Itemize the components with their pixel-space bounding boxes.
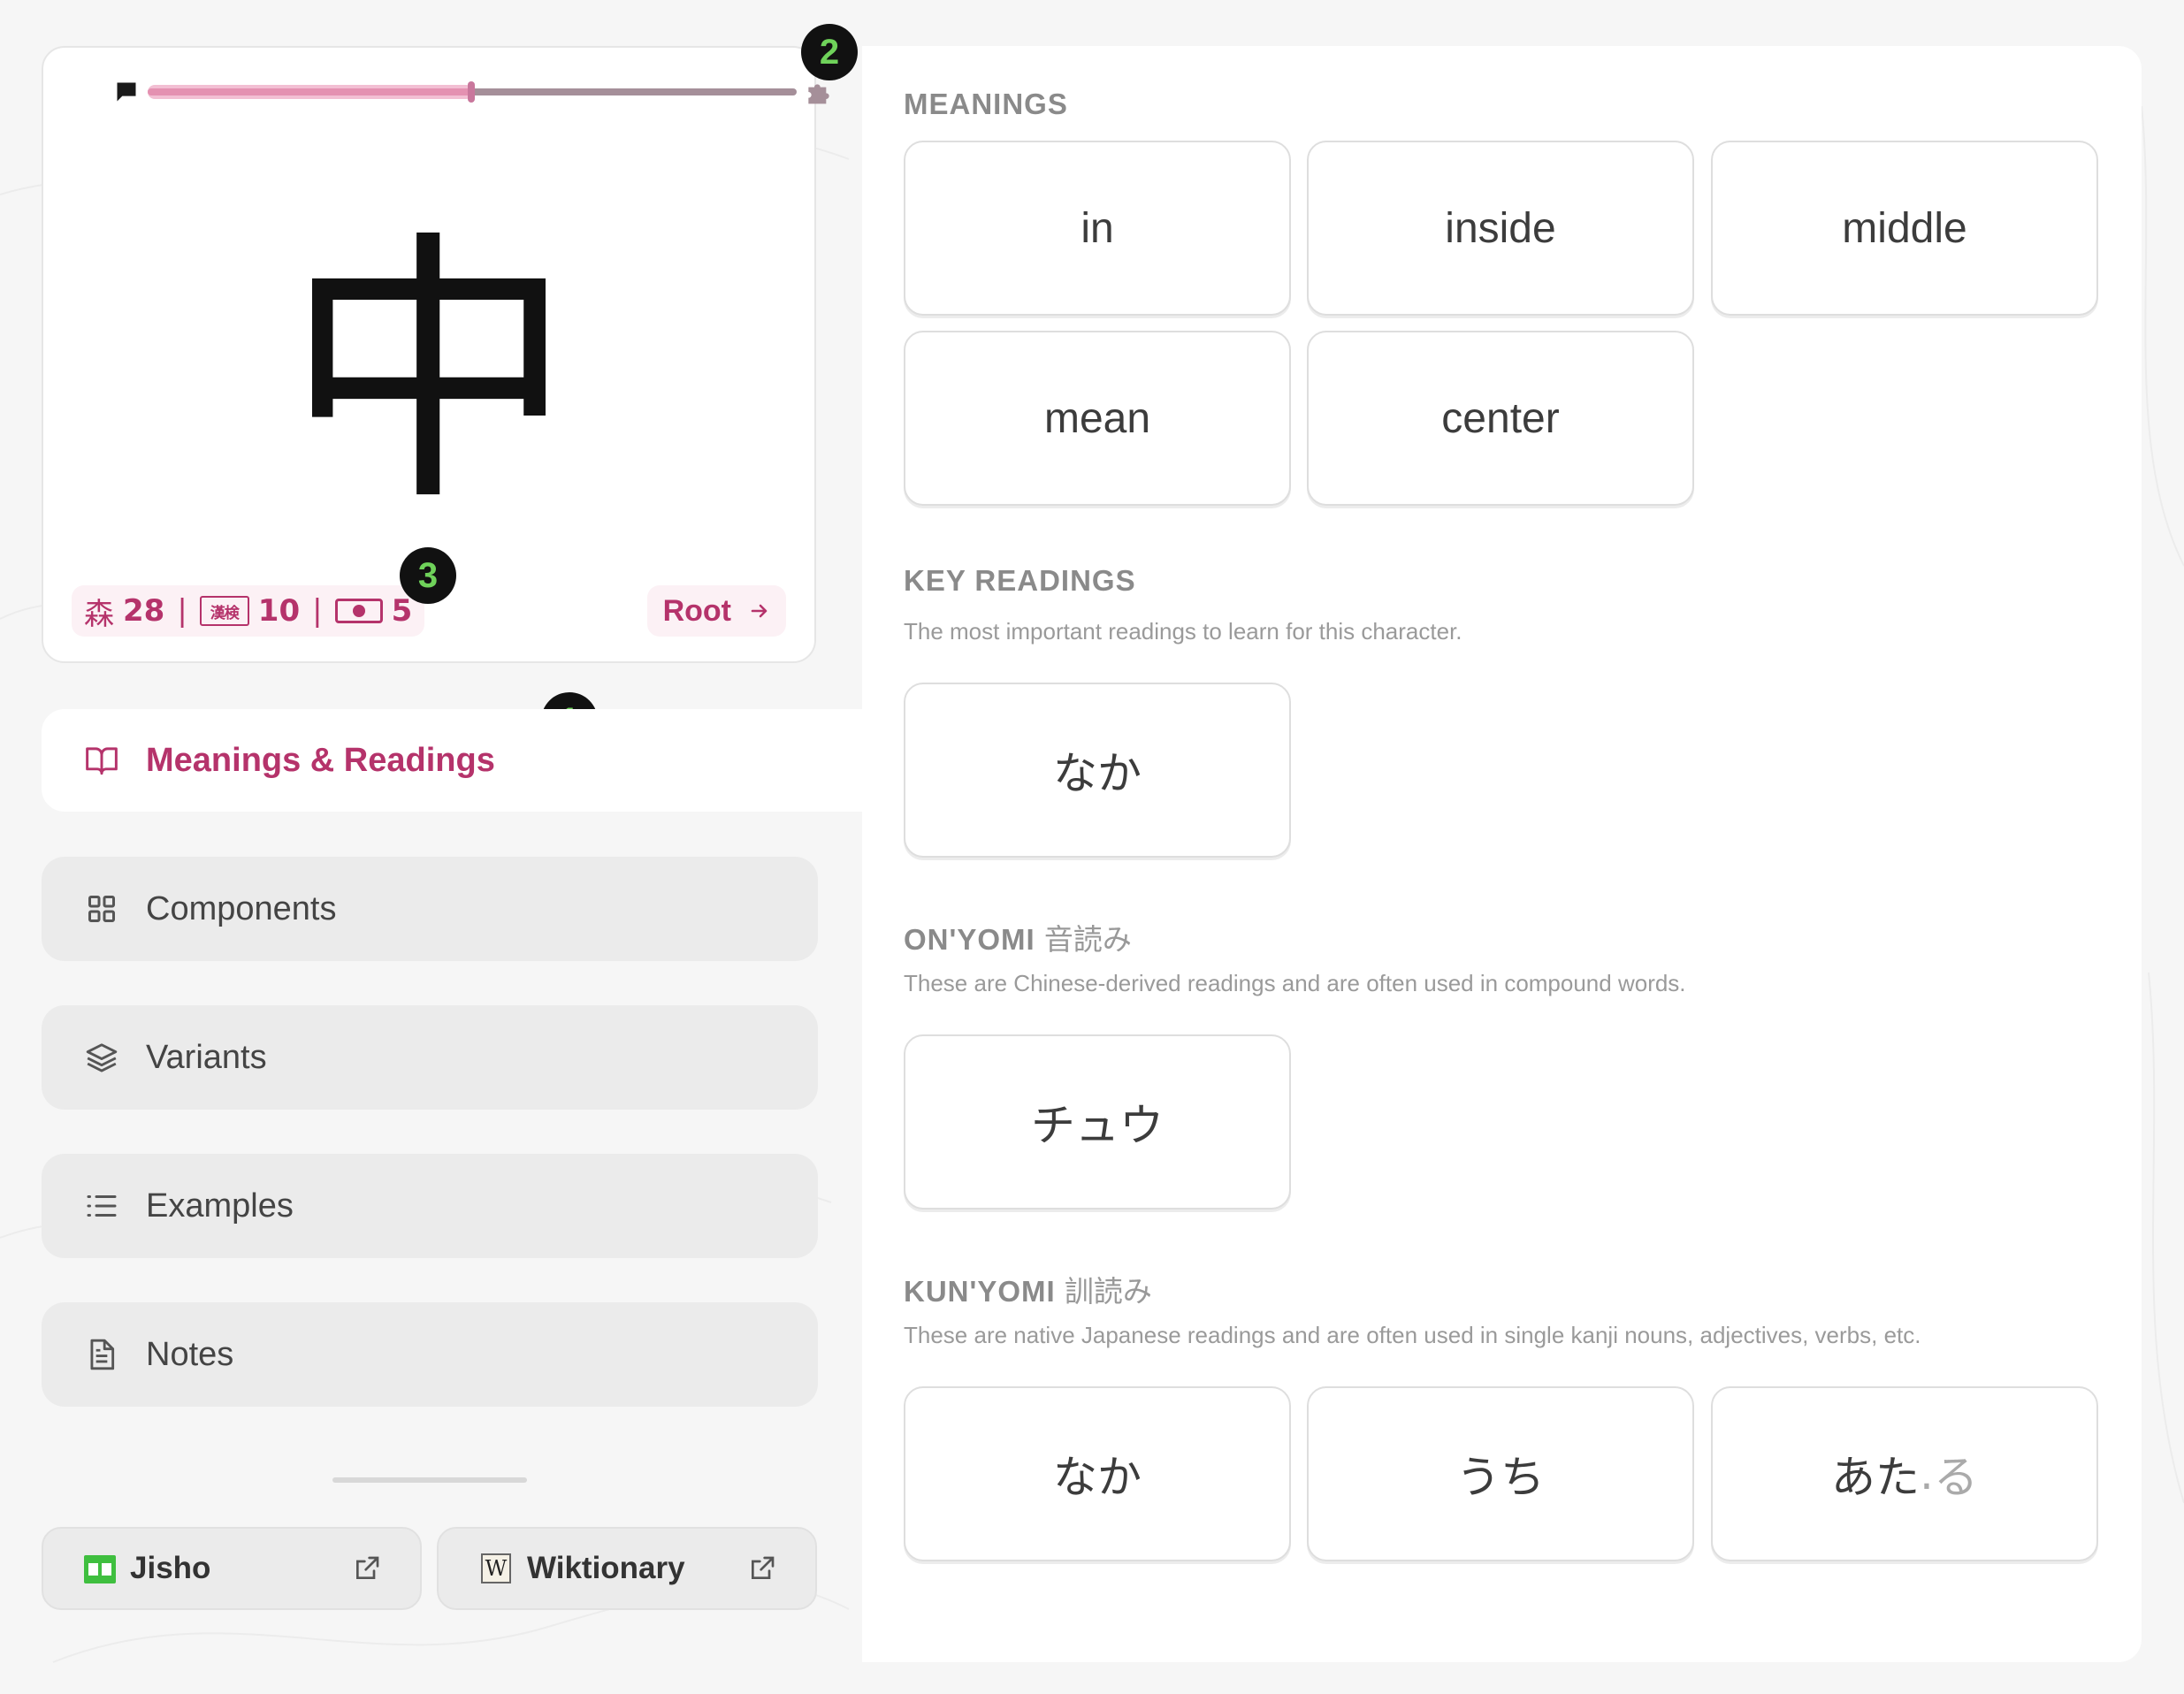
nav-label: Variants xyxy=(146,1038,267,1076)
wiktionary-link[interactable]: W Wiktionary xyxy=(437,1527,817,1610)
annotation-marker-2: 2 xyxy=(801,24,858,80)
nav-item-components[interactable]: Components xyxy=(42,857,818,961)
layers-icon xyxy=(82,1038,121,1077)
kanken-value: 10 xyxy=(257,593,301,629)
kanji-stats-chip[interactable]: 森 28 | 漢検 10 | 5 xyxy=(72,585,425,637)
meanings-title: MEANINGS xyxy=(904,88,1068,120)
stats-separator: | xyxy=(312,593,323,629)
grid-icon xyxy=(82,889,121,928)
external-link-icon xyxy=(356,1556,379,1579)
nav-label: Components xyxy=(146,889,337,927)
kanji-glyph: 中 xyxy=(43,196,814,532)
wiktionary-label: Wiktionary xyxy=(527,1551,685,1585)
jlpt-icon xyxy=(334,599,383,623)
wiktionary-logo-icon: W xyxy=(481,1553,511,1583)
file-text-icon xyxy=(82,1335,121,1374)
root-label: Root xyxy=(662,593,731,628)
comment-icon[interactable] xyxy=(114,80,139,104)
nav-label: Notes xyxy=(146,1335,234,1373)
kunyomi-title: KUN'YOMI 訓読み xyxy=(904,1268,1152,1310)
jisho-link[interactable]: Jisho xyxy=(42,1527,422,1610)
arrow-right-icon xyxy=(751,604,767,618)
divider-handle xyxy=(332,1477,527,1483)
jlpt-value: 5 xyxy=(391,593,413,629)
nav-item-meanings-readings[interactable]: Meanings & Readings xyxy=(42,709,864,812)
jisho-label: Jisho xyxy=(130,1551,211,1585)
kunyomi-title-text: KUN'YOMI xyxy=(904,1275,1056,1308)
meaning-tile[interactable]: middle xyxy=(1711,141,2098,316)
frequency-value: 28 xyxy=(123,593,165,629)
key-readings-description: The most important readings to learn for… xyxy=(904,618,1462,645)
nav-item-notes[interactable]: Notes xyxy=(42,1302,818,1407)
book-open-icon xyxy=(82,741,121,780)
meaning-tile[interactable]: inside xyxy=(1307,141,1694,316)
key-readings-title: KEY READINGS xyxy=(904,564,1136,597)
puzzle-icon[interactable] xyxy=(804,78,832,106)
kunyomi-tile[interactable]: なか xyxy=(904,1386,1291,1561)
stroke-frequency-icon: 森 xyxy=(84,596,114,632)
progress-fill xyxy=(148,88,471,95)
stats-separator: | xyxy=(177,593,187,629)
kunyomi-description: These are native Japanese readings and a… xyxy=(904,1322,1921,1348)
meanings-readings-panel: MEANINGS in inside middle mean center KE… xyxy=(862,46,2142,1662)
meaning-tile[interactable]: mean xyxy=(904,331,1291,506)
progress-handle[interactable] xyxy=(468,81,475,103)
okurigana-dot: . xyxy=(1920,1448,1934,1499)
nav-item-examples[interactable]: Examples xyxy=(42,1154,818,1258)
meaning-tile[interactable]: center xyxy=(1307,331,1694,506)
onyomi-tile[interactable]: チュウ xyxy=(904,1034,1291,1209)
nav-label: Examples xyxy=(146,1187,294,1225)
onyomi-title-jp: 音読み xyxy=(1043,923,1132,956)
kanji-character-graphic: 中 xyxy=(312,233,546,496)
nav-item-variants[interactable]: Variants xyxy=(42,1005,818,1110)
key-reading-tile[interactable]: なか xyxy=(904,683,1291,858)
kanken-icon: 漢検 xyxy=(199,596,249,626)
annotation-marker-3: 3 xyxy=(400,547,456,604)
external-link-icon xyxy=(752,1556,775,1579)
kunyomi-tile[interactable]: うち xyxy=(1307,1386,1694,1561)
jisho-logo-icon xyxy=(84,1555,116,1583)
kunyomi-stem: あた xyxy=(1831,1452,1921,1503)
okurigana-text: る xyxy=(1933,1452,1978,1503)
onyomi-title-text: ON'YOMI xyxy=(904,923,1035,956)
onyomi-description: These are Chinese-derived readings and a… xyxy=(904,970,1686,996)
list-icon xyxy=(82,1187,121,1225)
meaning-tile[interactable]: in xyxy=(904,141,1291,316)
progress-row xyxy=(70,65,829,104)
root-link[interactable]: Root xyxy=(646,585,786,637)
onyomi-title: ON'YOMI 音読み xyxy=(904,916,1132,958)
kunyomi-tile-okurigana[interactable]: あた. る xyxy=(1711,1386,2098,1561)
nav-label: Meanings & Readings xyxy=(146,741,495,779)
svg-text:中: 中 xyxy=(312,233,546,496)
kunyomi-title-jp: 訓読み xyxy=(1064,1275,1152,1308)
